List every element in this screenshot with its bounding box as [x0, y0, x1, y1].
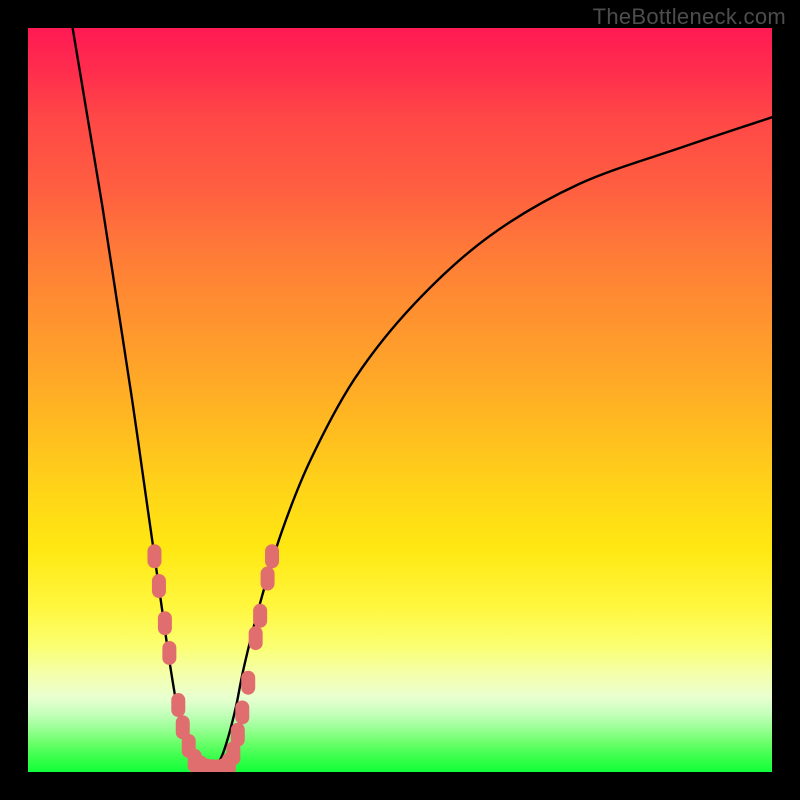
bead-group	[147, 544, 279, 772]
right-arm-bead	[231, 723, 245, 747]
curves-layer	[28, 28, 772, 772]
left-arm-bead	[152, 574, 166, 598]
left-arm-bead	[147, 544, 161, 568]
watermark-text: TheBottleneck.com	[593, 4, 786, 30]
right-arm-bead	[241, 671, 255, 695]
right-arm-bead	[261, 567, 275, 591]
right-arm-bead	[249, 626, 263, 650]
right-arm-bead	[235, 700, 249, 724]
curve-left-curve	[73, 28, 207, 772]
curve-right-curve	[207, 117, 772, 772]
left-arm-bead	[162, 641, 176, 665]
right-arm-bead	[265, 544, 279, 568]
left-arm-bead	[171, 693, 185, 717]
right-arm-bead	[253, 604, 267, 628]
chart-frame: TheBottleneck.com	[0, 0, 800, 800]
plot-area	[28, 28, 772, 772]
curve-group	[73, 28, 772, 772]
left-arm-bead	[158, 611, 172, 635]
